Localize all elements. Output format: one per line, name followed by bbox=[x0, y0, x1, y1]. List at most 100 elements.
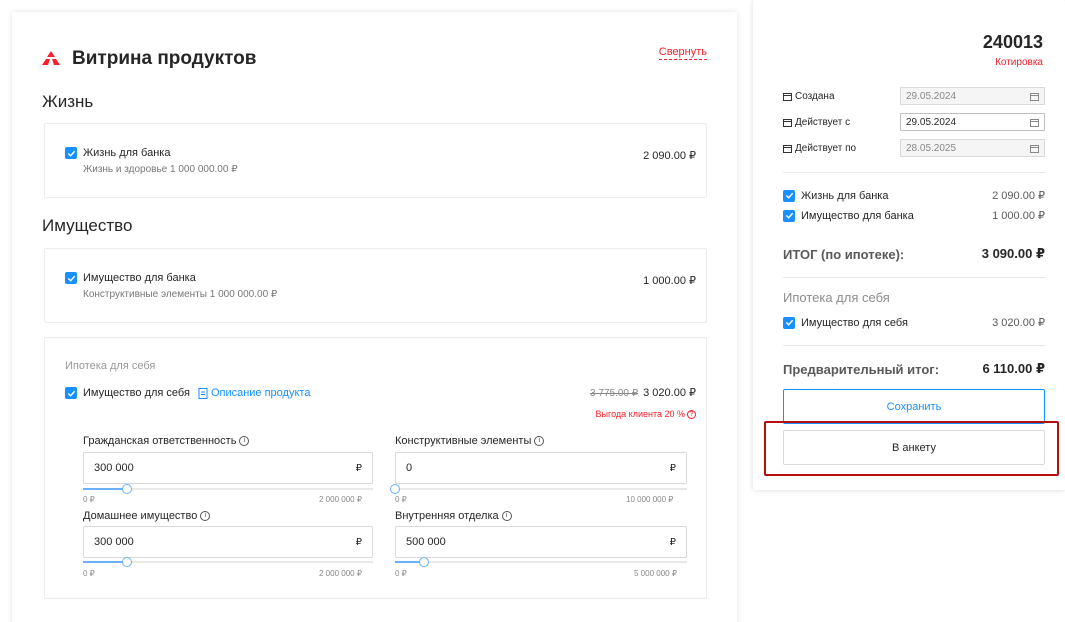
structural-slider-track[interactable] bbox=[395, 488, 687, 490]
product-card-life: Жизнь для банка Жизнь и здоровье 1 000 0… bbox=[44, 123, 707, 198]
collapse-link[interactable]: Свернуть bbox=[658, 45, 707, 60]
check-icon bbox=[67, 150, 75, 157]
product-row: Имущество для банка bbox=[65, 272, 196, 284]
date-label-text: Создана bbox=[795, 90, 835, 102]
summary-item-left: Жизнь для банка bbox=[783, 189, 889, 202]
info-icon[interactable]: i bbox=[501, 511, 512, 521]
slider-max: 2 000 000 ₽ bbox=[319, 495, 362, 504]
preliminary-total-label: Предварительный итог: bbox=[783, 361, 940, 377]
slider-min: 0 ₽ bbox=[395, 495, 407, 504]
date-value: 28.05.2025 bbox=[906, 142, 957, 154]
liability-slider-handle[interactable] bbox=[122, 484, 132, 494]
currency-sign: ₽ bbox=[355, 462, 362, 474]
summary-item-value: 1 000.00 ₽ bbox=[992, 210, 1045, 222]
divider bbox=[783, 277, 1045, 278]
document-icon bbox=[198, 387, 208, 399]
brand-logo-icon bbox=[42, 51, 60, 65]
calendar-icon bbox=[783, 118, 792, 127]
currency-sign: ₽ bbox=[355, 536, 362, 548]
mortgage-total-label: ИТОГ (по ипотеке): bbox=[783, 246, 905, 262]
product-card-mortgage-self: Ипотека для себя Имущество для себя Опис… bbox=[44, 337, 707, 599]
calendar-icon bbox=[1030, 144, 1039, 153]
client-benefit: Выгода клиента 20 % ? bbox=[596, 409, 696, 419]
household-slider-handle[interactable] bbox=[122, 557, 132, 567]
interior-slider-track[interactable] bbox=[395, 561, 687, 563]
product-name: Имущество для себя bbox=[83, 387, 190, 399]
valid-to-date-input: 28.05.2025 bbox=[900, 139, 1045, 157]
created-date-input: 29.05.2024 bbox=[900, 87, 1045, 105]
info-icon[interactable]: i bbox=[534, 436, 545, 446]
highlight-frame bbox=[764, 421, 1059, 476]
quote-number: 240013 bbox=[982, 32, 1043, 52]
summary-item: Имущество для себя 3 020.00 ₽ bbox=[783, 316, 1045, 329]
structural-input[interactable]: 0 ₽ bbox=[395, 452, 687, 484]
field-label-text: Внутренняя отделка bbox=[395, 510, 499, 522]
interior-input[interactable]: 500 000 ₽ bbox=[395, 526, 687, 558]
info-icon[interactable]: i bbox=[239, 436, 250, 446]
save-button[interactable]: Сохранить bbox=[783, 389, 1045, 424]
slider-min: 0 ₽ bbox=[83, 495, 95, 504]
calendar-icon bbox=[1030, 118, 1039, 127]
product-checkbox[interactable] bbox=[65, 272, 77, 284]
product-checkbox[interactable] bbox=[65, 387, 77, 399]
calendar-icon bbox=[783, 144, 792, 153]
liability-input[interactable]: 300 000 ₽ bbox=[83, 452, 373, 484]
date-label: Создана bbox=[783, 91, 900, 102]
help-icon[interactable]: ? bbox=[687, 409, 696, 419]
product-name: Имущество для банка bbox=[83, 272, 196, 284]
slider-max: 5 000 000 ₽ bbox=[634, 569, 677, 578]
currency-sign: ₽ bbox=[669, 536, 676, 548]
summary-item: Имущество для банка 1 000.00 ₽ bbox=[783, 209, 1045, 222]
input-value: 300 000 bbox=[94, 462, 134, 474]
field-label-text: Гражданская ответственность bbox=[83, 435, 237, 447]
input-value: 0 bbox=[406, 462, 413, 474]
field-label-interior: Внутренняя отделка i bbox=[395, 510, 512, 522]
product-price: 3 020.00 ₽ bbox=[643, 387, 696, 399]
valid-from-date-input[interactable]: 29.05.2024 bbox=[900, 113, 1045, 131]
product-description-label: Описание продукта bbox=[210, 387, 311, 399]
preliminary-total-row: Предварительный итог: 6 110.00 ₽ bbox=[783, 361, 1045, 377]
product-subtitle: Жизнь и здоровье 1 000 000.00 ₽ bbox=[83, 164, 238, 175]
product-description-link[interactable]: Описание продукта bbox=[198, 387, 311, 399]
summary-checkbox[interactable] bbox=[783, 209, 795, 222]
product-showcase-panel: Витрина продуктов Свернуть Жизнь Жизнь д… bbox=[12, 12, 737, 622]
mortgage-total-row: ИТОГ (по ипотеке): 3 090.00 ₽ bbox=[783, 246, 1045, 262]
structural-slider-handle[interactable] bbox=[390, 484, 400, 494]
summary-item-left: Имущество для банка bbox=[783, 209, 914, 222]
field-label-text: Домашнее имущество bbox=[83, 510, 198, 522]
mortgage-self-label: Ипотека для себя bbox=[65, 360, 156, 372]
info-icon[interactable]: i bbox=[200, 511, 211, 521]
date-value: 29.05.2024 bbox=[906, 90, 957, 102]
summary-item-name: Имущество для банка bbox=[801, 209, 914, 222]
product-row: Имущество для себя Описание продукта bbox=[65, 387, 310, 399]
preliminary-total-value: 6 110.00 ₽ bbox=[982, 361, 1045, 376]
quote-summary-panel: 240013 Котировка Создана 29.05.2024 Дейс… bbox=[753, 0, 1065, 490]
price-block: 3 775.00 ₽ 3 020.00 ₽ bbox=[590, 386, 696, 399]
interior-slider-handle[interactable] bbox=[419, 557, 429, 567]
product-checkbox[interactable] bbox=[65, 147, 77, 159]
date-label-text: Действует с bbox=[795, 116, 851, 128]
date-row-created: Создана 29.05.2024 bbox=[783, 87, 1045, 105]
slider-max: 2 000 000 ₽ bbox=[319, 569, 362, 578]
mortgage-total-value: 3 090.00 ₽ bbox=[981, 246, 1045, 261]
old-price: 3 775.00 ₽ bbox=[590, 388, 639, 399]
product-row: Жизнь для банка bbox=[65, 147, 170, 159]
field-label-liability: Гражданская ответственность i bbox=[83, 435, 250, 447]
check-icon bbox=[67, 390, 75, 397]
field-label-structural: Конструктивные элементы i bbox=[395, 435, 545, 447]
summary-checkbox[interactable] bbox=[783, 189, 795, 202]
panel-header: Витрина продуктов bbox=[42, 48, 256, 70]
product-name: Жизнь для банка bbox=[83, 147, 171, 159]
household-input[interactable]: 300 000 ₽ bbox=[83, 526, 373, 558]
date-label-text: Действует по bbox=[795, 142, 857, 154]
page-title: Витрина продуктов bbox=[72, 48, 257, 69]
check-icon bbox=[785, 212, 793, 219]
self-mortgage-heading: Ипотека для себя bbox=[783, 290, 890, 305]
slider-min: 0 ₽ bbox=[83, 569, 95, 578]
summary-item-name: Жизнь для банка bbox=[801, 189, 889, 202]
date-value: 29.05.2024 bbox=[906, 116, 957, 128]
summary-checkbox[interactable] bbox=[783, 316, 795, 329]
section-title-life: Жизнь bbox=[42, 92, 94, 111]
summary-item-value: 3 020.00 ₽ bbox=[992, 317, 1045, 329]
field-label-text: Конструктивные элементы bbox=[395, 435, 532, 447]
